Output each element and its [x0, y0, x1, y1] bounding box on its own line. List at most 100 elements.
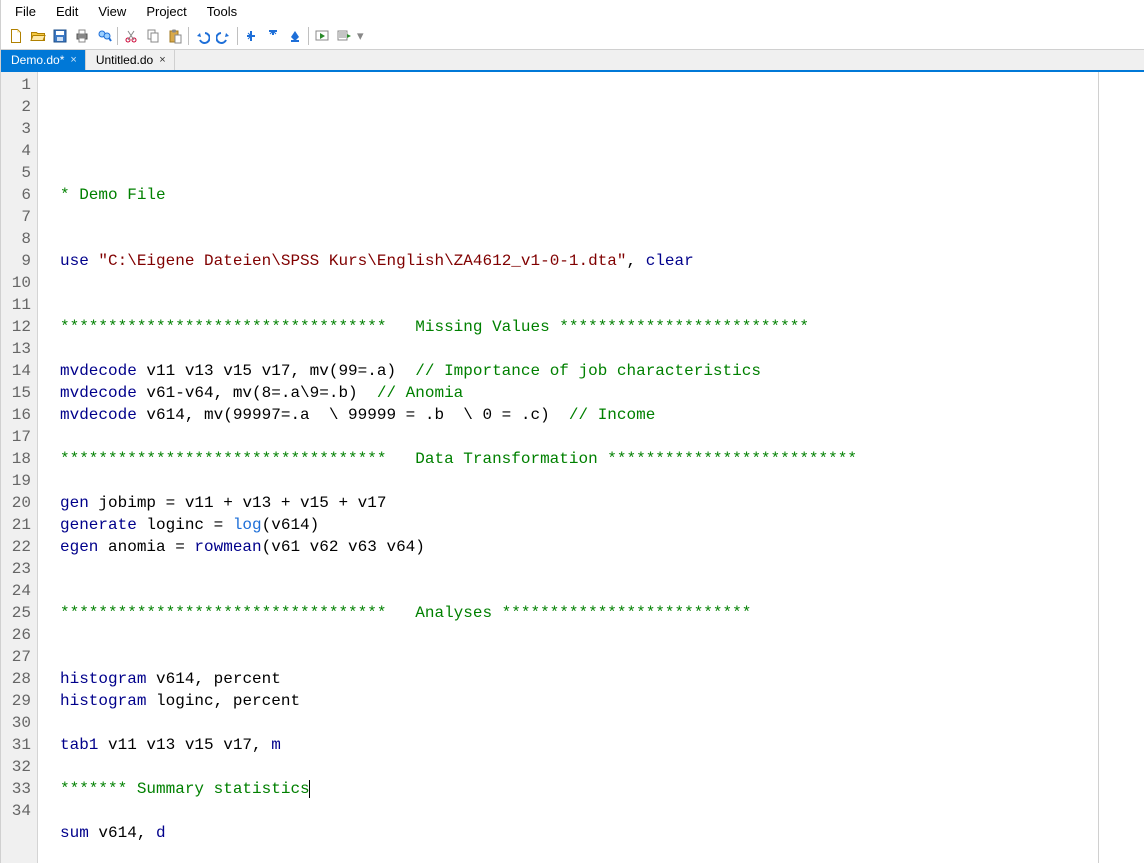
open-file-icon[interactable] [27, 25, 49, 47]
line-number: 17 [5, 426, 31, 448]
line-number: 27 [5, 646, 31, 668]
code-line[interactable]: ********************************** Missi… [60, 316, 1144, 338]
code-line[interactable]: ********************************** Analy… [60, 602, 1144, 624]
close-icon[interactable]: × [70, 54, 76, 66]
toolbar-separator [117, 27, 118, 45]
right-margin-line [1098, 72, 1099, 863]
find-icon[interactable] [93, 25, 115, 47]
do-file-editor-window: File Edit View Project Tools ▾ Demo.do* … [0, 0, 1144, 863]
undo-icon[interactable] [191, 25, 213, 47]
code-line[interactable]: use "C:\Eigene Dateien\SPSS Kurs\English… [60, 250, 1144, 272]
bookmark-icon[interactable] [284, 25, 306, 47]
close-icon[interactable]: × [159, 54, 165, 66]
code-line[interactable]: histogram loginc, percent [60, 690, 1144, 712]
line-number: 32 [5, 756, 31, 778]
code-line[interactable]: generate loginc = log(v614) [60, 514, 1144, 536]
line-number: 18 [5, 448, 31, 470]
text-caret [309, 780, 310, 798]
line-number: 20 [5, 492, 31, 514]
code-line[interactable]: tab1 v11 v13 v15 v17, m [60, 734, 1144, 756]
indent-icon[interactable] [240, 25, 262, 47]
copy-icon[interactable] [142, 25, 164, 47]
run-lines-icon[interactable] [333, 25, 355, 47]
code-line[interactable] [60, 294, 1144, 316]
menu-tools[interactable]: Tools [197, 2, 247, 21]
redo-icon[interactable] [213, 25, 235, 47]
menu-view[interactable]: View [88, 2, 136, 21]
code-line[interactable]: mvdecode v61-v64, mv(8=.a\9=.b) // Anomi… [60, 382, 1144, 404]
code-editor[interactable]: 1234567891011121314151617181920212223242… [1, 72, 1144, 863]
code-line[interactable]: gen jobimp = v11 + v13 + v15 + v17 [60, 492, 1144, 514]
code-line[interactable]: sum v614, d [60, 822, 1144, 844]
line-number: 8 [5, 228, 31, 250]
line-number: 23 [5, 558, 31, 580]
code-line[interactable] [60, 800, 1144, 822]
code-line[interactable] [60, 162, 1144, 184]
code-line[interactable] [60, 580, 1144, 602]
code-line[interactable] [60, 426, 1144, 448]
toolbar-separator [188, 27, 189, 45]
cut-icon[interactable] [120, 25, 142, 47]
save-icon[interactable] [49, 25, 71, 47]
code-line[interactable] [60, 646, 1144, 668]
toolbar-separator [237, 27, 238, 45]
code-line[interactable]: mvdecode v11 v13 v15 v17, mv(99=.a) // I… [60, 360, 1144, 382]
line-number: 16 [5, 404, 31, 426]
code-line[interactable]: * Demo File [60, 184, 1144, 206]
code-line[interactable]: egen anomia = rowmean(v61 v62 v63 v64) [60, 536, 1144, 558]
toolbar-overflow-icon[interactable]: ▾ [355, 28, 366, 44]
code-line[interactable]: ******* Summary statistics [60, 778, 1144, 800]
line-number: 2 [5, 96, 31, 118]
tab-label: Demo.do* [11, 53, 64, 67]
code-line[interactable] [60, 206, 1144, 228]
code-line[interactable] [60, 712, 1144, 734]
line-number: 9 [5, 250, 31, 272]
tab-untitled-do[interactable]: Untitled.do × [86, 50, 175, 70]
line-number: 12 [5, 316, 31, 338]
line-number: 26 [5, 624, 31, 646]
code-line[interactable] [60, 844, 1144, 863]
code-line[interactable] [60, 624, 1144, 646]
menu-file[interactable]: File [5, 2, 46, 21]
line-number: 13 [5, 338, 31, 360]
code-line[interactable] [60, 470, 1144, 492]
code-line[interactable]: ********************************** Data … [60, 448, 1144, 470]
code-line[interactable] [60, 558, 1144, 580]
code-line[interactable] [60, 272, 1144, 294]
toolbar-separator [308, 27, 309, 45]
tab-label: Untitled.do [96, 53, 153, 67]
line-number: 33 [5, 778, 31, 800]
line-number: 25 [5, 602, 31, 624]
code-line[interactable] [60, 756, 1144, 778]
menu-project[interactable]: Project [136, 2, 196, 21]
line-number: 14 [5, 360, 31, 382]
line-number: 3 [5, 118, 31, 140]
paste-icon[interactable] [164, 25, 186, 47]
menubar: File Edit View Project Tools [1, 0, 1144, 23]
line-number: 11 [5, 294, 31, 316]
code-line[interactable] [60, 228, 1144, 250]
line-number: 31 [5, 734, 31, 756]
new-file-icon[interactable] [5, 25, 27, 47]
line-number: 4 [5, 140, 31, 162]
code-area[interactable]: * Demo File use "C:\Eigene Dateien\SPSS … [38, 72, 1144, 863]
toolbar: ▾ [1, 23, 1144, 50]
print-icon[interactable] [71, 25, 93, 47]
line-number: 6 [5, 184, 31, 206]
tab-demo-do[interactable]: Demo.do* × [1, 50, 86, 70]
run-icon[interactable] [311, 25, 333, 47]
code-line[interactable]: mvdecode v614, mv(99997=.a \ 99999 = .b … [60, 404, 1144, 426]
line-number: 24 [5, 580, 31, 602]
line-number: 21 [5, 514, 31, 536]
code-line[interactable]: histogram v614, percent [60, 668, 1144, 690]
line-number: 5 [5, 162, 31, 184]
menu-edit[interactable]: Edit [46, 2, 88, 21]
line-number: 34 [5, 800, 31, 822]
line-number: 1 [5, 74, 31, 96]
line-number: 15 [5, 382, 31, 404]
line-number: 28 [5, 668, 31, 690]
unindent-icon[interactable] [262, 25, 284, 47]
line-number: 29 [5, 690, 31, 712]
code-line[interactable] [60, 140, 1144, 162]
code-line[interactable] [60, 338, 1144, 360]
